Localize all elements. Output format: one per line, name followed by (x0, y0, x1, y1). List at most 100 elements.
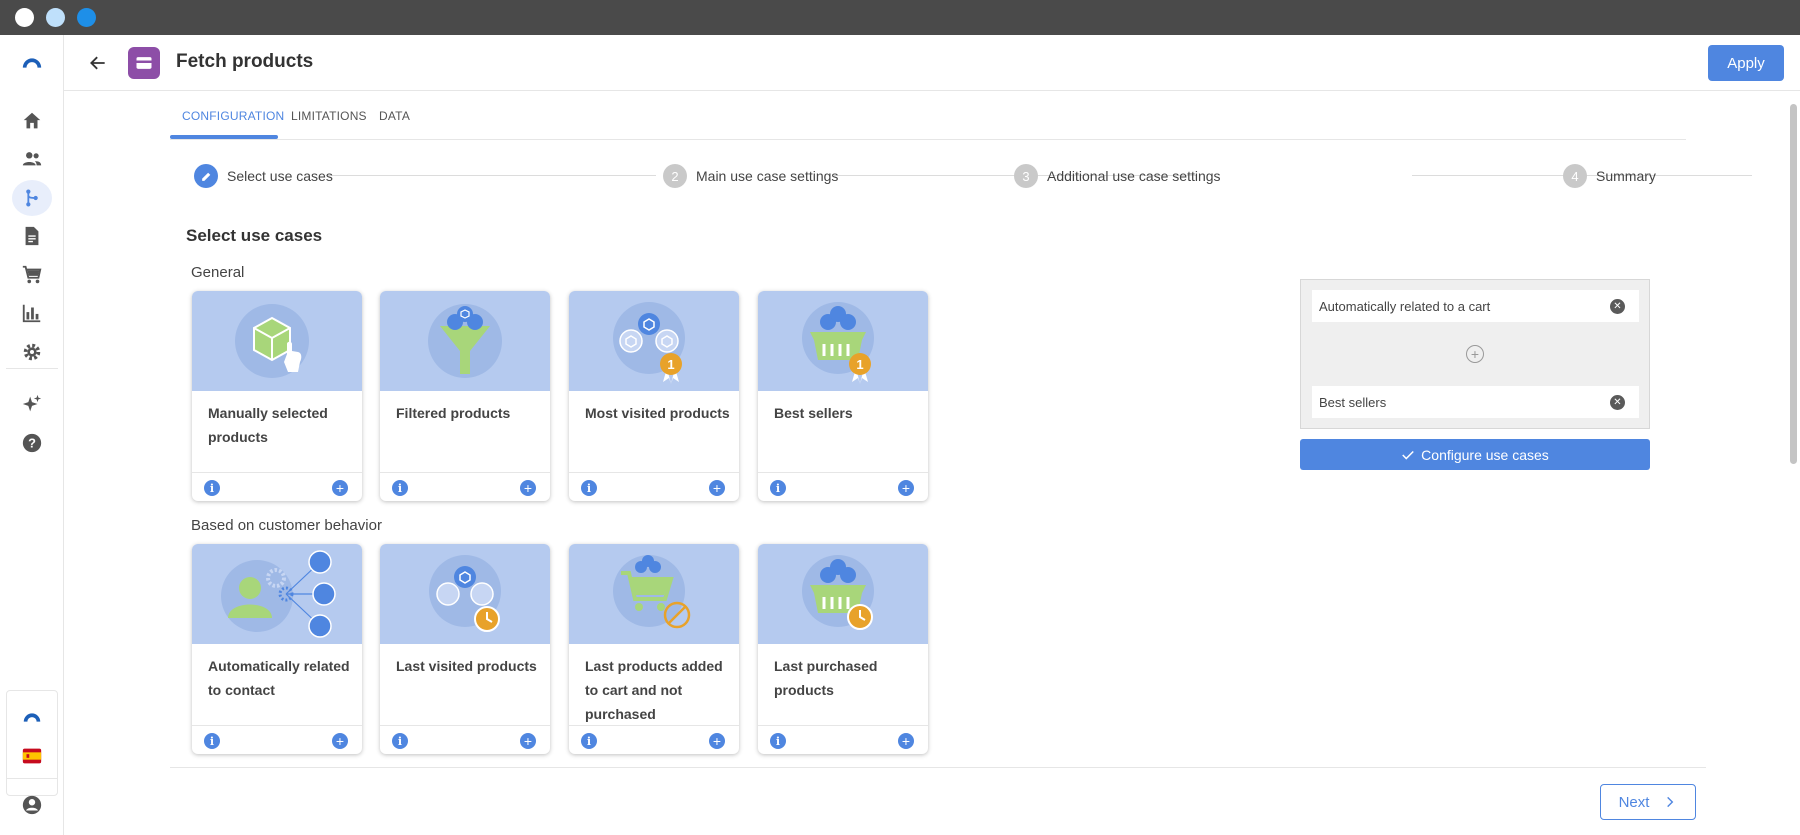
step-label: Select use cases (227, 168, 333, 184)
selected-use-cases-panel: Automatically related to a cart ✕ + Best… (1300, 279, 1650, 429)
step-number: 4 (1563, 164, 1587, 188)
spain-flag-icon[interactable] (12, 738, 52, 774)
card-title: Last purchased products (774, 658, 878, 698)
info-icon[interactable]: i (770, 480, 786, 496)
card-footer: i + (380, 725, 550, 754)
use-case-card-last-visited[interactable]: Last visited products i + (380, 544, 550, 754)
vertical-scrollbar[interactable] (1790, 104, 1797, 464)
add-icon[interactable]: + (332, 480, 348, 496)
add-icon[interactable]: + (709, 480, 725, 496)
step-label: Additional use case settings (1047, 168, 1221, 184)
abandoned-cart-illustration (569, 544, 739, 644)
footer-divider (170, 767, 1706, 768)
step-summary[interactable]: 4 Summary (1563, 163, 1656, 189)
best-sellers-illustration: 1 (758, 291, 928, 391)
step-additional-settings[interactable]: 3 Additional use case settings (1014, 163, 1221, 189)
add-icon[interactable]: + (898, 480, 914, 496)
info-icon[interactable]: i (204, 480, 220, 496)
fetch-products-node-icon (128, 47, 160, 79)
help-icon[interactable]: ? (12, 425, 52, 461)
home-icon[interactable] (12, 103, 52, 139)
window-minimize-button[interactable] (46, 8, 65, 27)
remove-icon[interactable]: ✕ (1610, 395, 1625, 410)
page-title: Fetch products (176, 51, 314, 72)
info-icon[interactable]: i (581, 480, 597, 496)
group-label-general: General (191, 264, 245, 281)
rail-divider-bottom (6, 778, 58, 779)
sparkle-icon[interactable] (12, 386, 52, 422)
window-maximize-button[interactable] (77, 8, 96, 27)
add-icon[interactable]: + (898, 733, 914, 749)
tab-limitations[interactable]: LIMITATIONS (291, 91, 367, 140)
step-main-settings[interactable]: 2 Main use case settings (663, 163, 838, 189)
chevron-right-icon (1667, 796, 1674, 808)
configure-use-cases-button[interactable]: Configure use cases (1300, 439, 1650, 470)
card-footer: i + (758, 472, 928, 501)
cart-icon[interactable] (12, 257, 52, 293)
add-icon[interactable]: + (520, 733, 536, 749)
card-footer: i + (192, 472, 362, 501)
next-button[interactable]: Next (1600, 784, 1696, 820)
manual-products-illustration (192, 291, 362, 391)
last-visited-illustration (380, 544, 550, 644)
use-case-card-manual[interactable]: Manually selected products i + (192, 291, 362, 501)
rail-divider (6, 368, 58, 369)
use-case-card-cart-not-purchased[interactable]: Last products added to cart and not purc… (569, 544, 739, 754)
people-icon[interactable] (12, 141, 52, 177)
selected-use-case-item[interactable]: Automatically related to a cart ✕ (1312, 290, 1639, 322)
arrow-left-icon (90, 56, 105, 70)
page-header: Fetch products Apply (64, 35, 1800, 91)
selected-use-case-label: Automatically related to a cart (1319, 298, 1491, 314)
user-icon[interactable] (12, 787, 52, 823)
nav-rail: ? (0, 35, 64, 835)
pencil-icon (194, 164, 218, 188)
info-icon[interactable]: i (204, 733, 220, 749)
use-case-card-related-contact[interactable]: Automatically related to contact i + (192, 544, 362, 754)
filtered-products-illustration (380, 291, 550, 391)
selected-use-case-item[interactable]: Best sellers ✕ (1312, 386, 1639, 418)
document-icon[interactable] (12, 218, 52, 254)
configure-label: Configure use cases (1421, 446, 1549, 463)
add-icon[interactable]: + (332, 733, 348, 749)
card-title: Last visited products (396, 658, 537, 674)
info-icon[interactable]: i (392, 733, 408, 749)
last-purchased-illustration (758, 544, 928, 644)
tab-data[interactable]: DATA (379, 91, 410, 140)
tab-bar: CONFIGURATION LIMITATIONS DATA (170, 91, 1686, 140)
selected-use-case-label: Best sellers (1319, 394, 1387, 410)
card-title: Manually selected products (208, 405, 328, 445)
active-tab-indicator (170, 135, 278, 139)
add-circle-icon[interactable]: + (1466, 345, 1484, 363)
flow-icon[interactable] (12, 180, 52, 216)
brand-icon[interactable] (12, 700, 52, 736)
info-icon[interactable]: i (770, 733, 786, 749)
remove-icon[interactable]: ✕ (1610, 299, 1625, 314)
apply-button[interactable]: Apply (1708, 45, 1784, 81)
wizard-stepper: Select use cases 2 Main use case setting… (194, 163, 1752, 189)
tab-configuration[interactable]: CONFIGURATION (182, 91, 284, 140)
use-case-card-filtered[interactable]: Filtered products i + (380, 291, 550, 501)
step-number: 2 (663, 164, 687, 188)
step-number: 3 (1014, 164, 1038, 188)
info-icon[interactable]: i (392, 480, 408, 496)
info-icon[interactable]: i (581, 733, 597, 749)
use-case-card-last-purchased[interactable]: Last purchased products i + (758, 544, 928, 754)
add-icon[interactable]: + (520, 480, 536, 496)
add-icon[interactable]: + (709, 733, 725, 749)
card-title: Most visited products (585, 405, 730, 421)
step-select-use-cases[interactable]: Select use cases (194, 163, 333, 189)
gear-icon[interactable] (12, 334, 52, 370)
svg-text:?: ? (28, 436, 36, 451)
card-title: Best sellers (774, 405, 853, 421)
back-button[interactable] (84, 49, 112, 77)
use-case-card-most-visited[interactable]: 1 Most visited products i + (569, 291, 739, 501)
group-label-behavior: Based on customer behavior (191, 517, 382, 534)
window-close-button[interactable] (15, 8, 34, 27)
brand-logo-icon[interactable] (12, 45, 52, 81)
step-label: Summary (1596, 168, 1656, 184)
card-footer: i + (380, 472, 550, 501)
chart-icon[interactable] (12, 295, 52, 331)
window-titlebar (0, 0, 1800, 35)
card-title: Last products added to cart and not purc… (585, 658, 723, 722)
use-case-card-best-sellers[interactable]: 1 Best sellers i + (758, 291, 928, 501)
